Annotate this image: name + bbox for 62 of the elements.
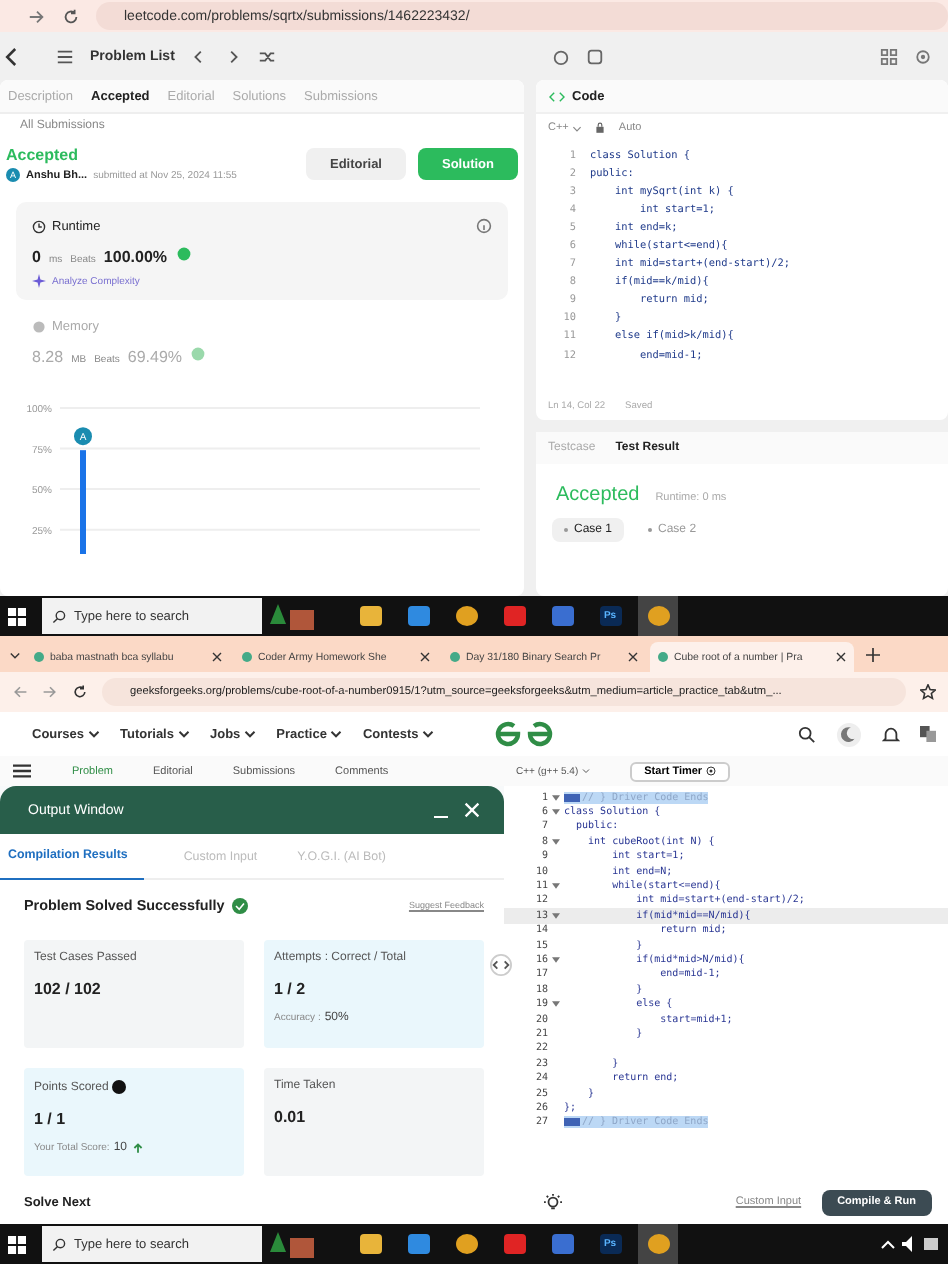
- back-icon[interactable]: [12, 684, 28, 700]
- close-icon[interactable]: [628, 652, 638, 662]
- code-icon: [548, 89, 566, 103]
- minimize-button[interactable]: [434, 815, 448, 817]
- result-status: Accepted: [556, 484, 640, 506]
- fold-caret-icon[interactable]: [552, 911, 560, 920]
- chevron-down-icon: [244, 730, 257, 738]
- clock-icon: [32, 219, 46, 233]
- badge-icon: [190, 346, 207, 362]
- reload-icon[interactable]: [62, 7, 80, 25]
- forward-arrow-icon[interactable]: [28, 7, 46, 25]
- settings-icon[interactable]: [914, 47, 932, 65]
- beats-value: 69.49%: [127, 348, 183, 366]
- moon-icon[interactable]: [836, 721, 862, 747]
- reload-icon[interactable]: [72, 684, 88, 700]
- shuffle-icon[interactable]: [258, 47, 277, 65]
- list-icon: [56, 47, 74, 65]
- house-icon[interactable]: [270, 1228, 318, 1260]
- tray-icons[interactable]: [880, 1234, 940, 1254]
- beats-value: 100.00%: [103, 248, 168, 266]
- windows-start-icon[interactable]: [8, 1235, 26, 1253]
- browser-icon[interactable]: [638, 1224, 678, 1264]
- fold-caret-icon[interactable]: [552, 955, 560, 964]
- chevron-down-icon: [572, 125, 583, 131]
- chevron-down-icon: [88, 730, 101, 738]
- close-icon[interactable]: [836, 652, 846, 662]
- chevron-down-icon: [422, 730, 435, 738]
- badge-icon: [175, 246, 192, 262]
- windows-start-icon[interactable]: [8, 607, 26, 625]
- star-icon[interactable]: [920, 684, 936, 700]
- resize-handle-icon[interactable]: [490, 954, 512, 976]
- check-icon: [232, 897, 249, 913]
- menu-icon[interactable]: [12, 762, 32, 780]
- runtime-value: 0: [32, 248, 41, 266]
- memory-value: 8.28: [32, 348, 64, 366]
- close-icon[interactable]: [212, 652, 222, 662]
- close-icon[interactable]: [420, 652, 430, 662]
- search-icon[interactable]: [798, 725, 816, 743]
- stat-value: 102 / 102: [34, 980, 103, 998]
- stat-value: 1 / 2: [274, 980, 308, 998]
- bulb-icon[interactable]: [544, 1193, 562, 1211]
- new-tab-icon[interactable]: [866, 647, 880, 661]
- chevron-down-icon: [330, 730, 343, 738]
- translate-icon[interactable]: [920, 726, 936, 742]
- fold-caret-icon[interactable]: [552, 837, 560, 846]
- fold-caret-icon[interactable]: [552, 882, 560, 891]
- arrow-up-icon: [131, 1142, 143, 1154]
- submission-status: Accepted: [6, 146, 81, 164]
- sparkle-icon: [32, 274, 46, 288]
- tab-list-icon[interactable]: [8, 647, 22, 661]
- forward-arrow-icon[interactable]: [42, 684, 58, 700]
- chevron-down-icon: [177, 730, 190, 738]
- layout-icon[interactable]: [880, 47, 898, 65]
- bell-icon[interactable]: [882, 725, 900, 743]
- fold-caret-icon[interactable]: [552, 1000, 560, 1009]
- lock-icon: [594, 122, 607, 134]
- stat-value: 1 / 1: [34, 1110, 68, 1128]
- stat-value: 0.01: [274, 1108, 308, 1126]
- memory-icon: [32, 320, 46, 334]
- browser-icon[interactable]: [638, 596, 678, 636]
- chevron-down-icon: [582, 768, 591, 774]
- house-icon[interactable]: [270, 600, 318, 632]
